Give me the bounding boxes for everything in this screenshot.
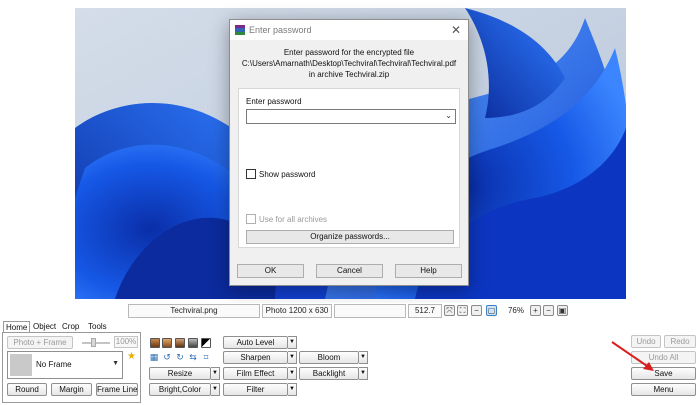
close-icon[interactable]: ✕: [451, 23, 461, 37]
sharpen-dropdown[interactable]: ▼: [288, 351, 297, 364]
menu-button[interactable]: Menu: [631, 383, 696, 396]
ok-button[interactable]: OK: [237, 264, 304, 278]
use-all-archives-label: Use for all archives: [259, 215, 328, 224]
bright-color-button[interactable]: Bright,Color: [149, 383, 211, 396]
film-effect-button[interactable]: Film Effect: [223, 367, 288, 380]
opacity-slider[interactable]: [82, 338, 110, 347]
crop-icon[interactable]: ⌗: [201, 352, 211, 362]
sepia-swatch-icon[interactable]: [150, 338, 160, 348]
photo-frame-button[interactable]: Photo + Frame: [7, 336, 73, 349]
annotation-arrow-icon: [611, 341, 654, 371]
resize-dropdown[interactable]: ▼: [211, 367, 220, 380]
rotate-right-icon[interactable]: ↻: [175, 352, 185, 362]
sharpen-button[interactable]: Sharpen: [223, 351, 288, 364]
cancel-button[interactable]: Cancel: [316, 264, 383, 278]
brown-swatch-icon[interactable]: [175, 338, 185, 348]
fit-screen-icon[interactable]: ⛶: [457, 305, 468, 316]
zoom-in-icon[interactable]: +: [530, 305, 541, 316]
dialog-title: Enter password: [249, 25, 312, 35]
show-password-label: Show password: [259, 170, 316, 179]
password-dialog: Enter password ✕ Enter password for the …: [229, 19, 469, 286]
actual-size-icon[interactable]: ▢: [486, 305, 497, 316]
bloom-dropdown[interactable]: ▼: [359, 351, 368, 364]
filter-button[interactable]: Filter: [223, 383, 288, 396]
status-dimensions: Photo 1200 x 630: [262, 304, 332, 318]
rotate-left-icon[interactable]: ↺: [162, 352, 172, 362]
resize-button[interactable]: Resize: [149, 367, 211, 380]
password-label: Enter password: [246, 97, 302, 106]
status-filename: Techviral.png: [128, 304, 260, 318]
redo-button[interactable]: Redo: [664, 335, 696, 348]
help-button[interactable]: Help: [395, 264, 462, 278]
dialog-message: Enter password for the encrypted file C:…: [230, 47, 468, 80]
filter-dropdown[interactable]: ▼: [288, 383, 297, 396]
frame-line-button[interactable]: Frame Line: [96, 383, 138, 396]
flip-icon[interactable]: ⇆: [188, 352, 198, 362]
zoom-out-small-icon[interactable]: −: [543, 305, 554, 316]
fullscreen-icon[interactable]: ▣: [557, 305, 568, 316]
opacity-value: 100%: [114, 336, 138, 348]
slider-thumb[interactable]: [91, 338, 96, 347]
bloom-button[interactable]: Bloom: [299, 351, 359, 364]
frame-thumbnail: [10, 354, 32, 376]
status-empty: [334, 304, 406, 318]
organize-passwords-button[interactable]: Organize passwords...: [246, 230, 454, 244]
film-effect-dropdown[interactable]: ▼: [288, 367, 297, 380]
chevron-down-icon[interactable]: ⌄: [445, 111, 452, 120]
image-icon[interactable]: ▦: [149, 352, 159, 362]
password-input[interactable]: ⌄: [246, 109, 456, 124]
status-bar: Techviral.png Photo 1200 x 630 512.7 KB …: [0, 303, 700, 327]
slider-track: [82, 342, 110, 344]
margin-button[interactable]: Margin: [51, 383, 92, 396]
auto-level-button[interactable]: Auto Level: [223, 336, 288, 349]
frame-select-value: No Frame: [36, 360, 72, 369]
star-icon[interactable]: ★: [127, 351, 136, 362]
fit-window-icon[interactable]: ⤧: [444, 305, 455, 316]
negative-swatch-icon[interactable]: [201, 338, 211, 348]
dialog-content-panel: Enter password ⌄ Show password Use for a…: [238, 88, 460, 248]
dialog-title-bar[interactable]: Enter password ✕: [230, 20, 468, 40]
use-all-archives-checkbox[interactable]: [246, 214, 256, 224]
backlight-dropdown[interactable]: ▼: [359, 367, 368, 380]
round-button[interactable]: Round: [7, 383, 47, 396]
message-archive: in archive Techviral.zip: [308, 70, 390, 79]
message-file-path: C:\Users\Amarnath\Desktop\Techviral\Tech…: [241, 59, 457, 68]
zoom-level: 76%: [507, 306, 524, 315]
winrar-icon: [235, 25, 245, 35]
auto-level-dropdown[interactable]: ▼: [288, 336, 297, 349]
warm-swatch-icon[interactable]: [162, 338, 172, 348]
zoom-out-icon[interactable]: −: [471, 305, 482, 316]
show-password-checkbox[interactable]: [246, 169, 256, 179]
bright-color-dropdown[interactable]: ▼: [211, 383, 220, 396]
chevron-down-icon[interactable]: ▼: [112, 360, 119, 367]
status-filesize: 512.7 KB: [408, 304, 442, 327]
grayscale-swatch-icon[interactable]: [188, 338, 198, 348]
message-line-1: Enter password for the encrypted file: [283, 48, 415, 57]
frame-select[interactable]: No Frame ▼: [7, 351, 123, 379]
backlight-button[interactable]: Backlight: [299, 367, 359, 380]
